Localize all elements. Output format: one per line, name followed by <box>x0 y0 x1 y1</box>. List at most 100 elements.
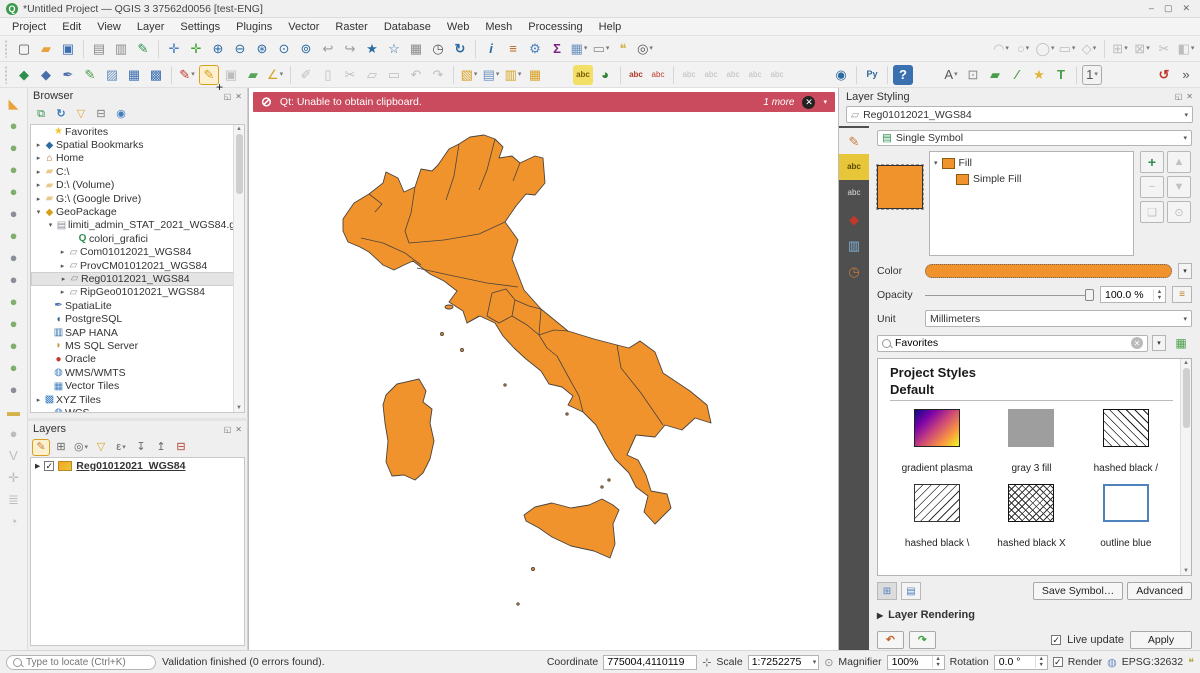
expand-all-icon[interactable]: ↧ <box>132 439 150 456</box>
add-selected-layers-icon[interactable]: ⧉ <box>32 106 50 123</box>
new-gpx-layer-icon[interactable]: ✎ <box>80 65 100 85</box>
layer-labeling-icon[interactable]: abc <box>573 65 593 85</box>
menu-item[interactable]: Processing <box>520 19 590 35</box>
open-layer-styling-icon[interactable]: ✎ <box>32 439 50 456</box>
unit-selector[interactable]: Millimeters ▾ <box>925 310 1192 327</box>
select-features-by-value-icon[interactable]: ◎ <box>635 39 655 59</box>
modify-attributes-icon[interactable]: ✐ <box>296 65 316 85</box>
properties-widget-icon[interactable]: ◉ <box>112 106 130 123</box>
crs-button[interactable]: EPSG:32632 <box>1122 656 1183 668</box>
add-oracle-layer-icon[interactable]: ● <box>4 269 24 289</box>
add-mesh-layer-icon[interactable]: ● <box>4 159 24 179</box>
apply-button[interactable]: Apply <box>1130 631 1192 649</box>
zoom-to-layer-icon[interactable]: ⊚ <box>296 39 316 59</box>
add-circular-string-icon[interactable]: ◠ <box>991 39 1011 59</box>
add-group-icon[interactable]: ⊞ <box>52 439 70 456</box>
trim-extend-icon[interactable]: ✂ <box>1154 39 1174 59</box>
zoom-in-icon[interactable]: ⊕ <box>208 39 228 59</box>
duplicate-symbol-layer-button[interactable]: ❏ <box>1140 201 1164 223</box>
minimize-icon[interactable]: – <box>1149 3 1154 14</box>
new-mesh-layer-icon[interactable]: ▩ <box>146 65 166 85</box>
lock-symbol-layer-button[interactable]: ⊙ <box>1167 201 1191 223</box>
add-circle-icon[interactable]: ○ <box>1013 39 1033 59</box>
select-features-rectangle-icon[interactable]: ▧ <box>459 65 479 85</box>
add-ellipse-icon[interactable]: ◯ <box>1035 39 1055 59</box>
layer-rendering-section[interactable]: ▶ Layer Rendering <box>877 607 1192 624</box>
expander-icon[interactable]: ▸ <box>58 288 67 296</box>
close-icon[interactable]: ✕ <box>1182 3 1190 14</box>
live-update-checkbox[interactable]: ✓ <box>1051 635 1061 645</box>
menu-item[interactable]: Layer <box>129 19 173 35</box>
filter-by-expression-icon[interactable]: ε <box>112 439 130 456</box>
add-delimited-text-layer-icon[interactable]: ● <box>4 181 24 201</box>
style-gray-3-fill[interactable]: gray 3 fill <box>984 409 1078 474</box>
new-virtual-layer-icon[interactable]: ▦ <box>124 65 144 85</box>
pan-to-selection-icon[interactable]: ✛ <box>186 39 206 59</box>
menu-item[interactable]: Database <box>376 19 439 35</box>
menu-item[interactable]: Edit <box>54 19 89 35</box>
menu-item[interactable]: Web <box>439 19 477 35</box>
maximize-icon[interactable]: ▢ <box>1164 3 1173 14</box>
menu-item[interactable]: Plugins <box>228 19 280 35</box>
save-symbol-button[interactable]: Save Symbol… <box>1033 582 1123 600</box>
reshape-features-icon[interactable]: ◧ <box>1176 39 1196 59</box>
pie-tool-icon[interactable]: ◔ <box>4 511 24 531</box>
shape-digitizing-icon[interactable]: ⊠ <box>1132 39 1152 59</box>
new-project-icon[interactable]: ▢ <box>14 39 34 59</box>
styling-layer-selector[interactable]: ▱ Reg01012021_WGS84 ▾ <box>846 106 1193 123</box>
move-up-button[interactable]: ▲ <box>1167 151 1191 173</box>
tab-history[interactable]: ◷ <box>839 258 869 284</box>
search-filter-dropdown-icon[interactable]: ▾ <box>1152 335 1166 351</box>
browser-item-postgresql[interactable]: ◖ PostgreSQL <box>31 312 244 325</box>
browser-scrollbar[interactable]: ▲▼ <box>233 125 244 412</box>
menu-item[interactable]: Mesh <box>477 19 520 35</box>
add-mssql-layer-icon[interactable]: ● <box>4 247 24 267</box>
browser-item-com[interactable]: ▸ ▱ Com01012021_WGS84 <box>31 246 244 259</box>
refresh-map-icon[interactable]: ↻ <box>450 39 470 59</box>
coordinate-input[interactable] <box>604 656 696 668</box>
current-edits-icon[interactable]: ✎ <box>177 65 197 85</box>
advanced-button[interactable]: Advanced <box>1127 582 1192 600</box>
georeferencer-icon[interactable]: ✛ <box>4 467 24 487</box>
add-regular-polygon-icon[interactable]: ◇ <box>1079 39 1099 59</box>
expander-icon[interactable]: ▸ <box>59 275 68 283</box>
browser-item-geopackage[interactable]: ▾ ◆ GeoPackage <box>31 205 244 218</box>
open-field-calculator-icon[interactable]: ▦ <box>525 65 545 85</box>
add-rectangle-icon[interactable]: ▭ <box>1057 39 1077 59</box>
save-layer-edits-icon[interactable]: ▣ <box>221 65 241 85</box>
banner-more-link[interactable]: 1 more <box>763 97 794 108</box>
tab-symbology[interactable]: ✎ <box>839 128 869 154</box>
data-defined-override-icon[interactable]: ≡ <box>1172 286 1192 303</box>
browser-item-mssql[interactable]: ◗ MS SQL Server <box>31 339 244 352</box>
browser-item-favorites[interactable]: ★ Favorites <box>31 125 244 138</box>
expander-icon[interactable]: ▾ <box>934 159 938 167</box>
symbol-tree-fill-row[interactable]: ▾ Fill <box>934 155 1129 171</box>
undock-panel-icon[interactable]: ◱ <box>224 92 232 101</box>
menu-item[interactable]: Project <box>4 19 54 35</box>
toolbar-overflow-icon[interactable]: » <box>1176 65 1196 85</box>
spin-arrows-icon[interactable]: ▲▼ <box>932 656 944 668</box>
add-spatialite-layer-icon[interactable]: ● <box>4 203 24 223</box>
icon-view-button[interactable]: ⊞ <box>877 582 897 600</box>
paste-features-icon[interactable]: ▭ <box>384 65 404 85</box>
browser-item-spatialite[interactable]: ✒ SpatiaLite <box>31 299 244 312</box>
tab-masks[interactable]: abc <box>839 180 869 206</box>
layer-row[interactable]: ▸ ✓ Reg01012021_WGS84 <box>31 458 244 474</box>
cut-features-icon[interactable]: ✂ <box>340 65 360 85</box>
style-gradient-plasma[interactable]: gradient plasma <box>890 409 984 474</box>
zoom-full-icon[interactable]: ⊛ <box>252 39 272 59</box>
style-search-box[interactable]: ✕ <box>877 335 1148 352</box>
new-shapefile-icon[interactable]: ◆ <box>36 65 56 85</box>
show-layout-manager-icon[interactable]: ▥ <box>111 39 131 59</box>
zoom-next-icon[interactable]: ↪ <box>340 39 360 59</box>
add-text-annotation-icon[interactable]: T <box>1051 65 1071 85</box>
locate-box[interactable] <box>6 655 156 670</box>
expander-icon[interactable]: ▾ <box>46 221 55 229</box>
add-vector-tile-layer-icon[interactable]: ● <box>4 379 24 399</box>
browser-item-home[interactable]: ▸ ⌂ Home <box>31 152 244 165</box>
new-virtual-layer-icon[interactable]: V <box>4 445 24 465</box>
undo-icon[interactable]: ↶ <box>406 65 426 85</box>
browser-item-wcs[interactable]: ◍ WCS <box>31 406 244 413</box>
browser-item-spatial-bookmarks[interactable]: ▸ ◆ Spatial Bookmarks <box>31 138 244 151</box>
layer-diagram-icon[interactable]: ◕ <box>595 65 615 85</box>
